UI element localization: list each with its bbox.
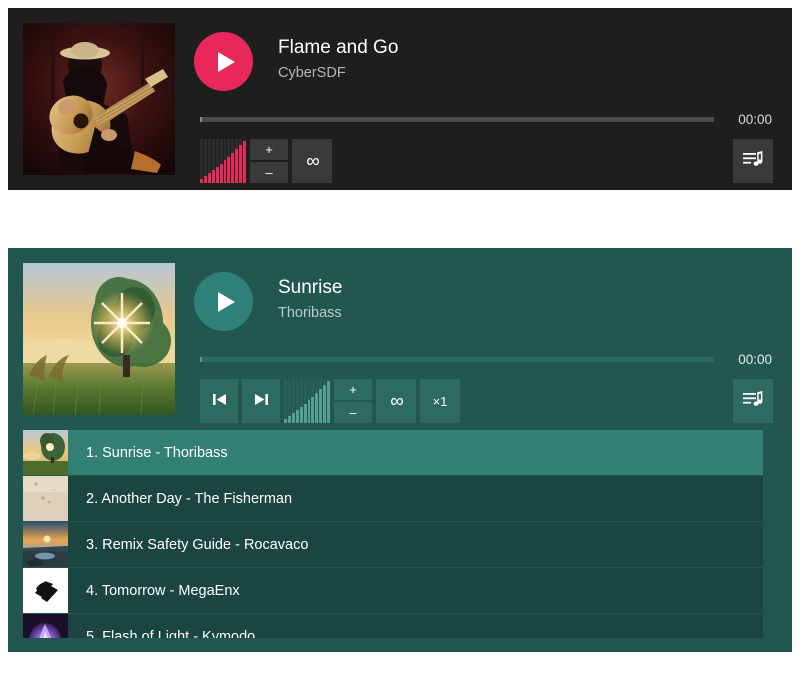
volume-stepper: + – [334, 379, 372, 423]
volume-down-button[interactable]: – [334, 402, 372, 423]
volume-bar [231, 139, 235, 183]
volume-bar [227, 139, 231, 183]
volume-bar [200, 139, 203, 183]
track-info: Flame and Go CyberSDF [278, 36, 398, 83]
playlist-item-label: 4. Tomorrow - MegaEnx [86, 582, 240, 599]
playlist-item[interactable]: 1. Sunrise - Thoribass [23, 430, 763, 475]
player-main-area: Flame and Go CyberSDF 00:00 + – ∞ [8, 8, 792, 190]
current-time: 00:00 [738, 111, 772, 127]
playlist-item-label: 1. Sunrise - Thoribass [86, 444, 228, 461]
loop-button[interactable]: ∞ [376, 379, 416, 423]
infinity-loop-icon: ∞ [390, 390, 403, 412]
volume-bar [291, 379, 295, 423]
playlist-item[interactable]: 5. Flash of Light - Kymodo [23, 614, 763, 638]
playlist-item-thumbnail [23, 522, 68, 567]
volume-bar [315, 379, 319, 423]
playlist-item[interactable]: 2. Another Day - The Fisherman [23, 476, 763, 521]
skip-previous-icon [212, 392, 227, 410]
playlist-note-icon [743, 150, 763, 172]
volume-bar [239, 139, 243, 183]
progress-row: 00:00 [200, 349, 772, 369]
loop-button[interactable]: ∞ [292, 139, 332, 183]
progress-bar[interactable] [200, 356, 714, 362]
volume-down-button[interactable]: – [250, 162, 288, 183]
playlist-item[interactable]: 4. Tomorrow - MegaEnx [23, 568, 763, 613]
page-root: Flame and Go CyberSDF 00:00 + – ∞ Sunris… [0, 0, 800, 676]
playlist-item-label: 5. Flash of Light - Kymodo [86, 628, 256, 639]
volume-bar [211, 139, 215, 183]
progress-row: 00:00 [200, 109, 772, 129]
playback-speed-button[interactable]: ×1 [420, 379, 460, 423]
album-art-flame-and-go [23, 23, 175, 175]
playlist-item-thumbnail [23, 476, 68, 521]
audio-player-flame-and-go: Flame and Go CyberSDF 00:00 + – ∞ [8, 8, 792, 190]
volume-bar [287, 379, 291, 423]
progress-bar[interactable] [200, 116, 714, 122]
playlist-item-label: 3. Remix Safety Guide - Rocavaco [86, 536, 309, 553]
volume-bar [311, 379, 315, 423]
volume-bar [219, 139, 223, 183]
play-icon [217, 291, 235, 312]
volume-bar [295, 379, 299, 423]
play-button[interactable] [194, 272, 253, 331]
playlist-item-thumbnail [23, 430, 68, 475]
current-time: 00:00 [738, 351, 772, 367]
playlist-item[interactable]: 3. Remix Safety Guide - Rocavaco [23, 522, 763, 567]
volume-bar [243, 139, 247, 183]
track-artist: Thoribass [278, 305, 342, 321]
volume-slider[interactable] [200, 139, 247, 183]
volume-bar [307, 379, 311, 423]
track-artist: CyberSDF [278, 65, 346, 81]
playlist-toggle-button[interactable] [733, 139, 773, 183]
play-button[interactable] [194, 32, 253, 91]
skip-next-icon [254, 392, 269, 410]
volume-bar [323, 379, 327, 423]
player-controls: + – ∞ ×1 [200, 379, 460, 423]
volume-up-button[interactable]: + [250, 139, 288, 160]
track-info: Sunrise Thoribass [278, 276, 342, 323]
progress-fill [200, 116, 202, 122]
volume-stepper: + – [250, 139, 288, 183]
volume-bar [319, 379, 323, 423]
audio-player-sunrise: Sunrise Thoribass 00:00 + – ∞ ×1 1. Sunr… [8, 248, 792, 652]
playlist-item-thumbnail [23, 614, 68, 638]
volume-bar [207, 139, 211, 183]
volume-bar [235, 139, 239, 183]
volume-slider[interactable] [284, 379, 331, 423]
volume-bar [303, 379, 307, 423]
volume-bar [284, 379, 287, 423]
next-track-button[interactable] [242, 379, 280, 423]
volume-bar [223, 139, 227, 183]
speed-label: ×1 [432, 393, 448, 409]
infinity-loop-icon: ∞ [306, 150, 319, 172]
volume-bar [215, 139, 219, 183]
playlist-item-label: 2. Another Day - The Fisherman [86, 490, 293, 507]
previous-track-button[interactable] [200, 379, 238, 423]
playlist-toggle-button[interactable] [733, 379, 773, 423]
player-controls: + – ∞ [200, 139, 332, 183]
playlist-note-icon [743, 390, 763, 412]
track-title: Sunrise [278, 277, 343, 298]
player-main-area: Sunrise Thoribass 00:00 + – ∞ ×1 [8, 248, 792, 430]
volume-up-button[interactable]: + [334, 379, 372, 400]
track-title: Flame and Go [278, 37, 399, 58]
album-art-sunrise [23, 263, 175, 415]
volume-bar [327, 379, 331, 423]
playlist-item-thumbnail [23, 568, 68, 613]
playlist: 1. Sunrise - Thoribass 2. Another Day - T… [23, 430, 763, 638]
play-icon [217, 51, 235, 72]
volume-bar [299, 379, 303, 423]
volume-bar [203, 139, 207, 183]
progress-fill [200, 356, 202, 362]
